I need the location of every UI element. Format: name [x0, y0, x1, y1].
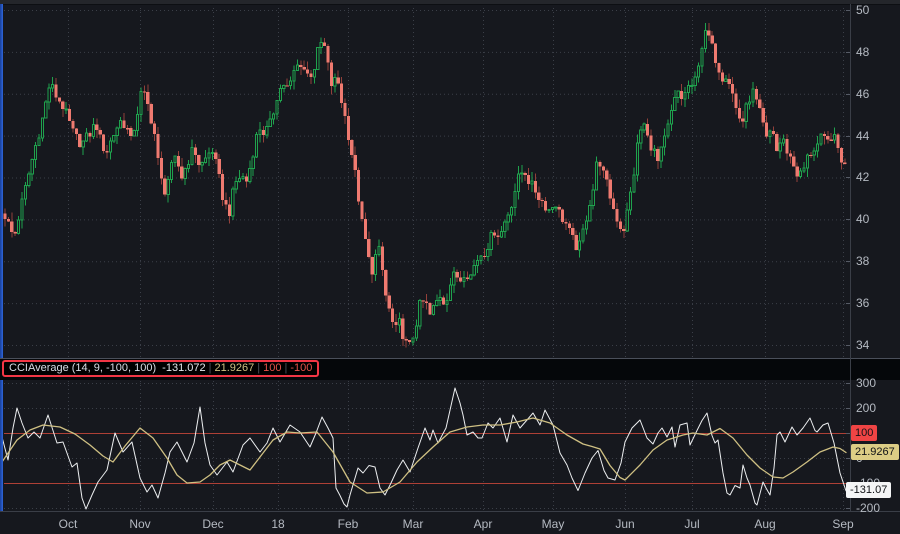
price-axis-label: 34 — [856, 338, 869, 352]
time-axis-label: Feb — [338, 517, 359, 531]
indicator-cci-value: -131.072 — [162, 362, 205, 375]
axis-tick — [846, 433, 850, 434]
axis-tick — [846, 177, 850, 178]
indicator-avg-value: 21.9267 — [214, 362, 254, 375]
price-axis-label: 40 — [856, 212, 869, 226]
cci-axis-label: 200 — [856, 401, 876, 415]
price-axis-label: 48 — [856, 45, 869, 59]
time-axis-label: Nov — [129, 517, 150, 531]
axis-tick — [846, 508, 850, 509]
legend-separator: | — [257, 362, 260, 375]
axis-tick — [846, 303, 850, 304]
time-axis-label: 18 — [271, 517, 284, 531]
top-toolbar-edge — [0, 0, 900, 5]
left-edge-line — [0, 4, 3, 512]
time-axis-label: Oct — [59, 517, 78, 531]
price-axis-label: 42 — [856, 170, 869, 184]
cci-axis-label: 300 — [856, 376, 876, 390]
indicator-upper-band-value: 100 — [263, 362, 281, 375]
axis-tick — [846, 408, 850, 409]
upper-band-axis-badge: 100 — [851, 425, 877, 441]
price-axis-label: 38 — [856, 254, 869, 268]
chart-window: CCIAverage (14, 9, -100, 100) -131.072 |… — [0, 0, 900, 534]
price-axis-label: 36 — [856, 296, 869, 310]
axis-tick — [846, 383, 850, 384]
indicator-legend-title: CCIAverage (14, 9, -100, 100) — [9, 362, 156, 375]
time-axis-label: May — [542, 517, 565, 531]
indicator-lower-band-value: -100 — [290, 362, 312, 375]
axis-tick — [846, 219, 850, 220]
axis-tick — [846, 261, 850, 262]
time-axis[interactable]: Oct Nov Dec 18 Feb Mar Apr May Jun Jul Aug Sep — [0, 512, 900, 534]
average-value-axis-badge: 21.9267 — [851, 444, 899, 460]
axis-tick — [846, 52, 850, 53]
time-axis-label: Jul — [684, 517, 699, 531]
axis-tick — [846, 345, 850, 346]
time-axis-label: Aug — [754, 517, 775, 531]
cci-average-line[interactable] — [2, 418, 846, 493]
cci-line[interactable] — [2, 388, 846, 509]
time-axis-label: Mar — [403, 517, 424, 531]
time-axis-label: Apr — [474, 517, 493, 531]
price-axis-label: 46 — [856, 87, 869, 101]
legend-separator: | — [284, 362, 287, 375]
price-axis-label: 50 — [856, 3, 869, 17]
time-axis-label: Dec — [202, 517, 223, 531]
axis-tick — [846, 136, 850, 137]
legend-separator: | — [209, 362, 212, 375]
indicator-legend[interactable]: CCIAverage (14, 9, -100, 100) -131.072 |… — [2, 360, 319, 377]
time-axis-label: Jun — [615, 517, 634, 531]
axis-tick — [846, 10, 850, 11]
time-axis-label: Sep — [832, 517, 853, 531]
axis-tick — [846, 458, 850, 459]
chart-canvas[interactable] — [0, 0, 900, 534]
candles-group — [3, 23, 846, 347]
cci-value-axis-badge: -131.07 — [846, 482, 891, 498]
price-axis-label: 44 — [856, 129, 869, 143]
axis-tick — [846, 94, 850, 95]
